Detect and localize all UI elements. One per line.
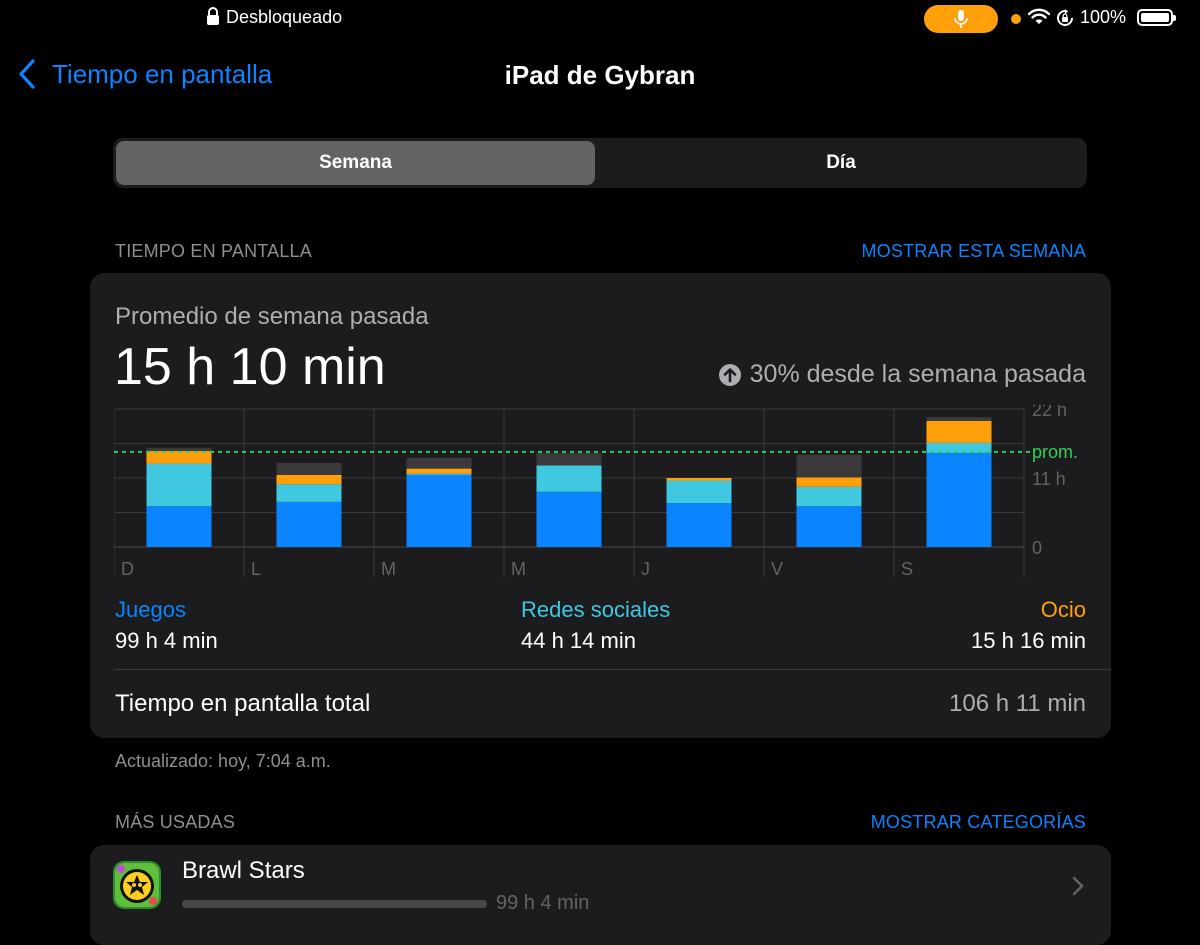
show-categories-link[interactable]: MOSTRAR CATEGORÍAS xyxy=(871,812,1086,833)
total-label: Tiempo en pantalla total xyxy=(115,690,371,717)
app-name: Brawl Stars xyxy=(182,857,305,884)
chart-bar-segment xyxy=(796,506,862,547)
chart-bar-segment xyxy=(666,480,732,504)
screen-time-section-header: TIEMPO EN PANTALLA xyxy=(115,241,312,261)
chart-bar-segment xyxy=(276,501,342,547)
chart-bar-segment xyxy=(796,477,862,487)
y-tick-label: 0 xyxy=(1032,538,1042,558)
battery-percentage: 100% xyxy=(1080,7,1127,27)
trend-indicator: 30% desde la semana pasada xyxy=(718,360,1086,389)
chart-bar-segment xyxy=(276,462,342,475)
chart-bar-segment xyxy=(926,420,992,443)
microphone-icon xyxy=(954,10,968,28)
chart-bar-segment xyxy=(536,452,602,466)
period-segmented-control: Semana Día xyxy=(113,138,1087,188)
chart-bar-segment xyxy=(276,484,342,502)
x-tick-label: M xyxy=(381,559,396,579)
chart-bar-segment xyxy=(406,474,472,547)
chart-bar-segment xyxy=(146,463,212,507)
category-leisure-label: Ocio xyxy=(1040,597,1086,622)
category-games-value: 99 h 4 min xyxy=(115,628,218,653)
status-lock-label: Desbloqueado xyxy=(226,7,343,27)
chart-bar-segment xyxy=(926,417,992,421)
average-label: Promedio de semana pasada xyxy=(115,303,429,330)
chart-bar-segment xyxy=(406,473,472,475)
page-title: iPad de Gybran xyxy=(504,60,696,90)
x-tick-label: M xyxy=(511,559,526,579)
category-leisure-value: 15 h 16 min xyxy=(971,628,1086,653)
chart-bar-segment xyxy=(146,506,212,547)
arrow-up-circle-icon xyxy=(718,363,741,386)
card-divider xyxy=(114,669,1111,670)
category-social-label: Redes sociales xyxy=(521,597,671,622)
total-value: 106 h 11 min xyxy=(949,690,1086,717)
x-tick-label: S xyxy=(901,559,913,579)
updated-timestamp: Actualizado: hoy, 7:04 a.m. xyxy=(115,751,331,771)
chart-bar-segment xyxy=(276,474,342,485)
y-tick-label: 11 h xyxy=(1032,469,1066,489)
app-usage-time: 99 h 4 min xyxy=(496,892,590,914)
lock-icon xyxy=(207,7,219,25)
category-games-label: Juegos xyxy=(115,597,186,622)
average-value: 15 h 10 min xyxy=(114,338,386,396)
chart-bar-segment xyxy=(146,447,212,452)
microphone-indicator xyxy=(924,5,998,33)
weekly-usage-chart: prom. 22 h 11 h 0 D L M M J V S xyxy=(114,405,1078,579)
show-this-week-link[interactable]: MOSTRAR ESTA SEMANA xyxy=(861,241,1086,262)
chart-bar-segment xyxy=(536,465,602,492)
segment-week[interactable]: Semana xyxy=(116,141,595,185)
y-tick-label: 22 h xyxy=(1032,405,1067,420)
chart-bar-segment xyxy=(796,454,862,478)
category-social-value: 44 h 14 min xyxy=(521,628,636,653)
chart-bar-segment xyxy=(926,452,992,547)
orange-dot-indicator xyxy=(1011,14,1021,24)
chart-bar-segment xyxy=(146,451,212,464)
chevron-right-icon xyxy=(1072,876,1084,896)
x-tick-label: D xyxy=(121,559,134,579)
x-tick-label: J xyxy=(641,559,650,579)
chart-bar-segment xyxy=(796,486,862,507)
brawl-stars-app-icon xyxy=(113,861,161,909)
x-tick-label: L xyxy=(251,559,261,579)
battery-icon xyxy=(1137,9,1176,26)
trend-text: 30% desde la semana pasada xyxy=(749,360,1086,388)
chart-bar-segment xyxy=(666,477,732,478)
most-used-section-header: MÁS USADAS xyxy=(115,812,236,832)
chart-bar-segment xyxy=(666,478,732,481)
app-usage-bar xyxy=(182,900,487,908)
chart-bar-segment xyxy=(406,468,472,474)
chart-bar-segment xyxy=(406,457,472,469)
average-label: prom. xyxy=(1032,442,1078,462)
wifi-icon xyxy=(1028,8,1050,24)
chart-bar-segment xyxy=(536,491,602,547)
rotation-lock-icon xyxy=(1057,9,1073,26)
chart-bar-segment xyxy=(666,503,732,547)
segment-day[interactable]: Día xyxy=(599,141,1083,185)
x-tick-label: V xyxy=(771,559,783,579)
